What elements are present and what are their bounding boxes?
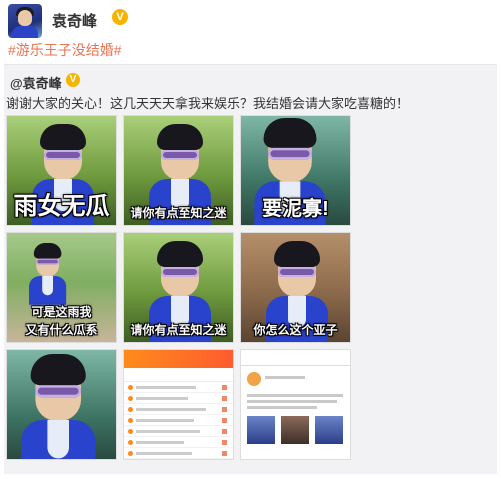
image-thumbnail-5[interactable]: 请你有点至知之迷 bbox=[123, 232, 234, 343]
image-caption: 请你有点至知之迷 bbox=[130, 206, 227, 220]
original-post-text: 谢谢大家的关心！这几天天天拿我来娱乐？我结婚会请大家吃喜糖的！ bbox=[6, 96, 410, 111]
image-caption-line-2: 又有什么瓜系 bbox=[25, 323, 98, 337]
original-verified-badge-icon: V bbox=[66, 73, 80, 87]
verified-badge-icon: V bbox=[112, 9, 128, 25]
image-caption: 请你有点至知之迷 bbox=[130, 323, 227, 337]
masked-prince-figure bbox=[21, 354, 96, 459]
image-thumbnail-8[interactable] bbox=[123, 349, 234, 460]
post-header: 袁奇峰 V bbox=[8, 4, 493, 40]
topic-hashtag-link[interactable]: #游乐王子没结婚# bbox=[8, 40, 122, 60]
image-caption: 要泥寡! bbox=[262, 198, 329, 220]
app-screenshot-banner bbox=[124, 350, 233, 368]
avatar[interactable] bbox=[8, 4, 42, 38]
image-thumbnail-9[interactable] bbox=[240, 349, 351, 460]
masked-prince-figure bbox=[29, 243, 67, 305]
image-thumbnail-7[interactable] bbox=[6, 349, 117, 460]
image-thumbnail-1[interactable]: 雨女无瓜 bbox=[6, 115, 117, 226]
image-caption: 你怎么这个亚子 bbox=[253, 323, 338, 337]
image-thumbnail-3[interactable]: 要泥寡! bbox=[240, 115, 351, 226]
app-screenshot-tabs bbox=[124, 368, 233, 382]
image-caption-line-1: 可是这雨我 bbox=[31, 305, 92, 319]
image-thumbnail-6[interactable]: 你怎么这个亚子 bbox=[240, 232, 351, 343]
app-screenshot-avatar bbox=[247, 372, 261, 386]
username-link[interactable]: 袁奇峰 bbox=[52, 10, 97, 31]
repost-card: @袁奇峰 V 谢谢大家的关心！这几天天天拿我来娱乐？我结婚会请大家吃喜糖的！ 雨… bbox=[4, 64, 497, 474]
original-author-link[interactable]: @袁奇峰 bbox=[10, 73, 62, 92]
app-screenshot-topbar bbox=[241, 350, 350, 366]
image-thumbnail-2[interactable]: 请你有点至知之迷 bbox=[123, 115, 234, 226]
image-thumbnail-4[interactable]: 可是这雨我 又有什么瓜系 bbox=[6, 232, 117, 343]
image-caption: 雨女无瓜 bbox=[13, 193, 110, 220]
